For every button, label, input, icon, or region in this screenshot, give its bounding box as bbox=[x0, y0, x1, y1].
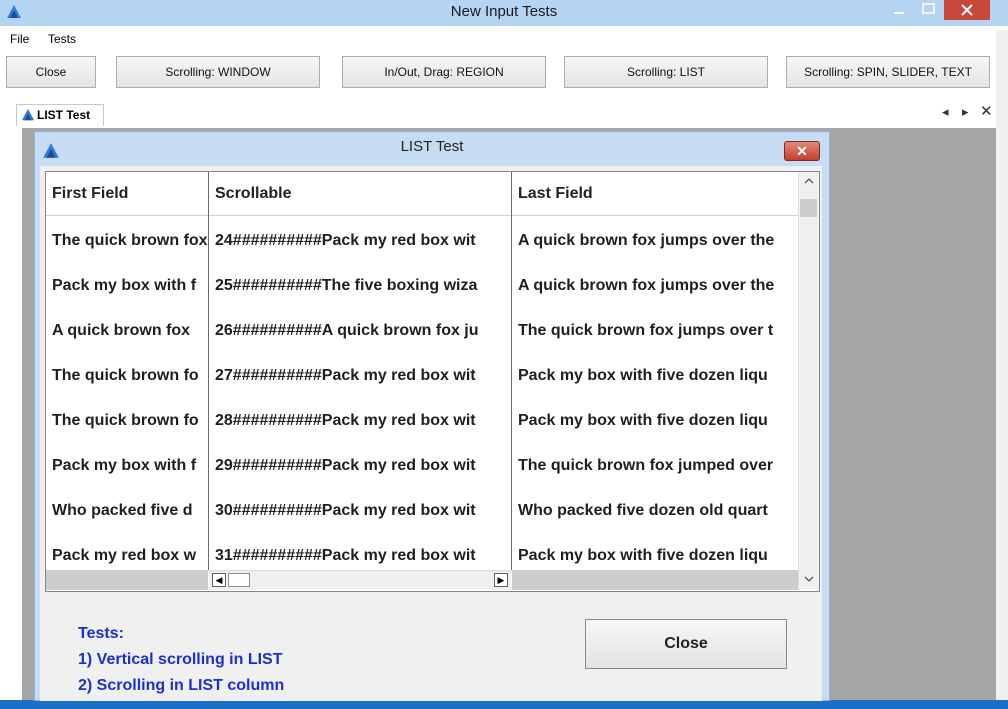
dialog-title: LIST Test bbox=[400, 138, 464, 155]
cell-first-field[interactable]: The quick brown fox bbox=[46, 218, 208, 263]
column-header-last-field[interactable]: Last Field bbox=[512, 172, 798, 216]
minimize-button[interactable] bbox=[886, 0, 912, 20]
tab-strip bbox=[0, 98, 1008, 128]
test-item: 1) Vertical scrolling in LIST bbox=[78, 651, 283, 668]
maximize-button[interactable] bbox=[915, 0, 941, 20]
tab-nav-left[interactable]: ◂ bbox=[942, 104, 949, 120]
app-logo-icon bbox=[21, 108, 35, 121]
cell-first-field[interactable]: Pack my box with f bbox=[46, 443, 208, 488]
cell-last-field[interactable]: Pack my box with five dozen liqu bbox=[512, 353, 798, 398]
window-close-button[interactable] bbox=[944, 0, 990, 20]
tab-nav-right[interactable]: ▸ bbox=[962, 104, 969, 120]
list-vertical-scrollbar[interactable] bbox=[798, 172, 819, 590]
cell-scrollable[interactable]: 24##########Pack my red box wit bbox=[209, 218, 511, 263]
window-title: New Input Tests bbox=[450, 3, 558, 20]
app-logo-icon bbox=[7, 5, 21, 18]
cell-scrollable[interactable]: 26##########A quick brown fox ju bbox=[209, 308, 511, 353]
cell-last-field[interactable]: The quick brown fox jumped over bbox=[512, 443, 798, 488]
column-header-first-field[interactable]: First Field bbox=[46, 172, 208, 216]
menu-tests[interactable]: Tests bbox=[48, 32, 76, 46]
arrow-down-icon[interactable] bbox=[802, 574, 816, 584]
cell-scrollable[interactable]: 25##########The five boxing wiza bbox=[209, 263, 511, 308]
minimize-icon bbox=[894, 12, 904, 14]
cell-first-field[interactable]: The quick brown fo bbox=[46, 398, 208, 443]
cell-last-field[interactable]: Who packed five dozen old quart bbox=[512, 488, 798, 533]
cell-scrollable[interactable]: 29##########Pack my red box wit bbox=[209, 443, 511, 488]
arrow-up-icon[interactable] bbox=[802, 176, 816, 186]
dialog-close-button-main[interactable]: Close bbox=[585, 619, 787, 669]
right-panel-edge bbox=[996, 30, 1008, 700]
cell-scrollable[interactable]: 28##########Pack my red box wit bbox=[209, 398, 511, 443]
column-header-scrollable[interactable]: Scrollable bbox=[209, 172, 511, 216]
cell-last-field[interactable]: A quick brown fox jumps over the bbox=[512, 263, 798, 308]
cell-first-field[interactable]: A quick brown fox bbox=[46, 308, 208, 353]
cell-last-field[interactable]: The quick brown fox jumps over t bbox=[512, 308, 798, 353]
cell-first-field[interactable]: Who packed five d bbox=[46, 488, 208, 533]
cell-first-field[interactable]: Pack my box with f bbox=[46, 263, 208, 308]
tab-label: LIST Test bbox=[37, 108, 91, 122]
tab-close-button[interactable]: ✕ bbox=[980, 102, 993, 120]
cell-first-field[interactable]: The quick brown fo bbox=[46, 353, 208, 398]
scrolling-list-button[interactable]: Scrolling: LIST bbox=[564, 56, 768, 88]
cell-scrollable[interactable]: 30##########Pack my red box wit bbox=[209, 488, 511, 533]
window-title-bar: New Input Tests bbox=[0, 0, 1008, 26]
inout-drag-region-button[interactable]: In/Out, Drag: REGION bbox=[342, 56, 546, 88]
taskbar-edge bbox=[0, 700, 1008, 709]
toolbar-close-button[interactable]: Close bbox=[6, 56, 96, 88]
scrolling-window-button[interactable]: Scrolling: WINDOW bbox=[116, 56, 320, 88]
tests-heading: Tests: bbox=[78, 625, 124, 642]
dialog-close-button[interactable]: ✕ bbox=[784, 141, 820, 161]
cell-last-field[interactable]: A quick brown fox jumps over the bbox=[512, 218, 798, 263]
close-icon: ✕ bbox=[796, 142, 808, 159]
close-icon bbox=[961, 4, 973, 16]
vertical-scroll-thumb[interactable] bbox=[800, 199, 817, 217]
cell-scrollable[interactable]: 27##########Pack my red box wit bbox=[209, 353, 511, 398]
menu-bar bbox=[0, 26, 1008, 48]
cell-scrollable[interactable]: 31##########Pack my red box wit bbox=[209, 533, 511, 578]
test-item: 2) Scrolling in LIST column bbox=[78, 677, 285, 694]
menu-file[interactable]: File bbox=[10, 32, 29, 46]
tab-list-test[interactable]: LIST Test bbox=[16, 104, 104, 126]
cell-last-field[interactable]: Pack my box with five dozen liqu bbox=[512, 398, 798, 443]
scrolling-spin-slider-text-button[interactable]: Scrolling: SPIN, SLIDER, TEXT bbox=[786, 56, 990, 88]
cell-last-field[interactable]: Pack my box with five dozen liqu bbox=[512, 533, 798, 578]
maximize-icon bbox=[922, 3, 935, 14]
left-panel-edge bbox=[0, 128, 22, 700]
cell-first-field[interactable]: Pack my red box w bbox=[46, 533, 208, 578]
